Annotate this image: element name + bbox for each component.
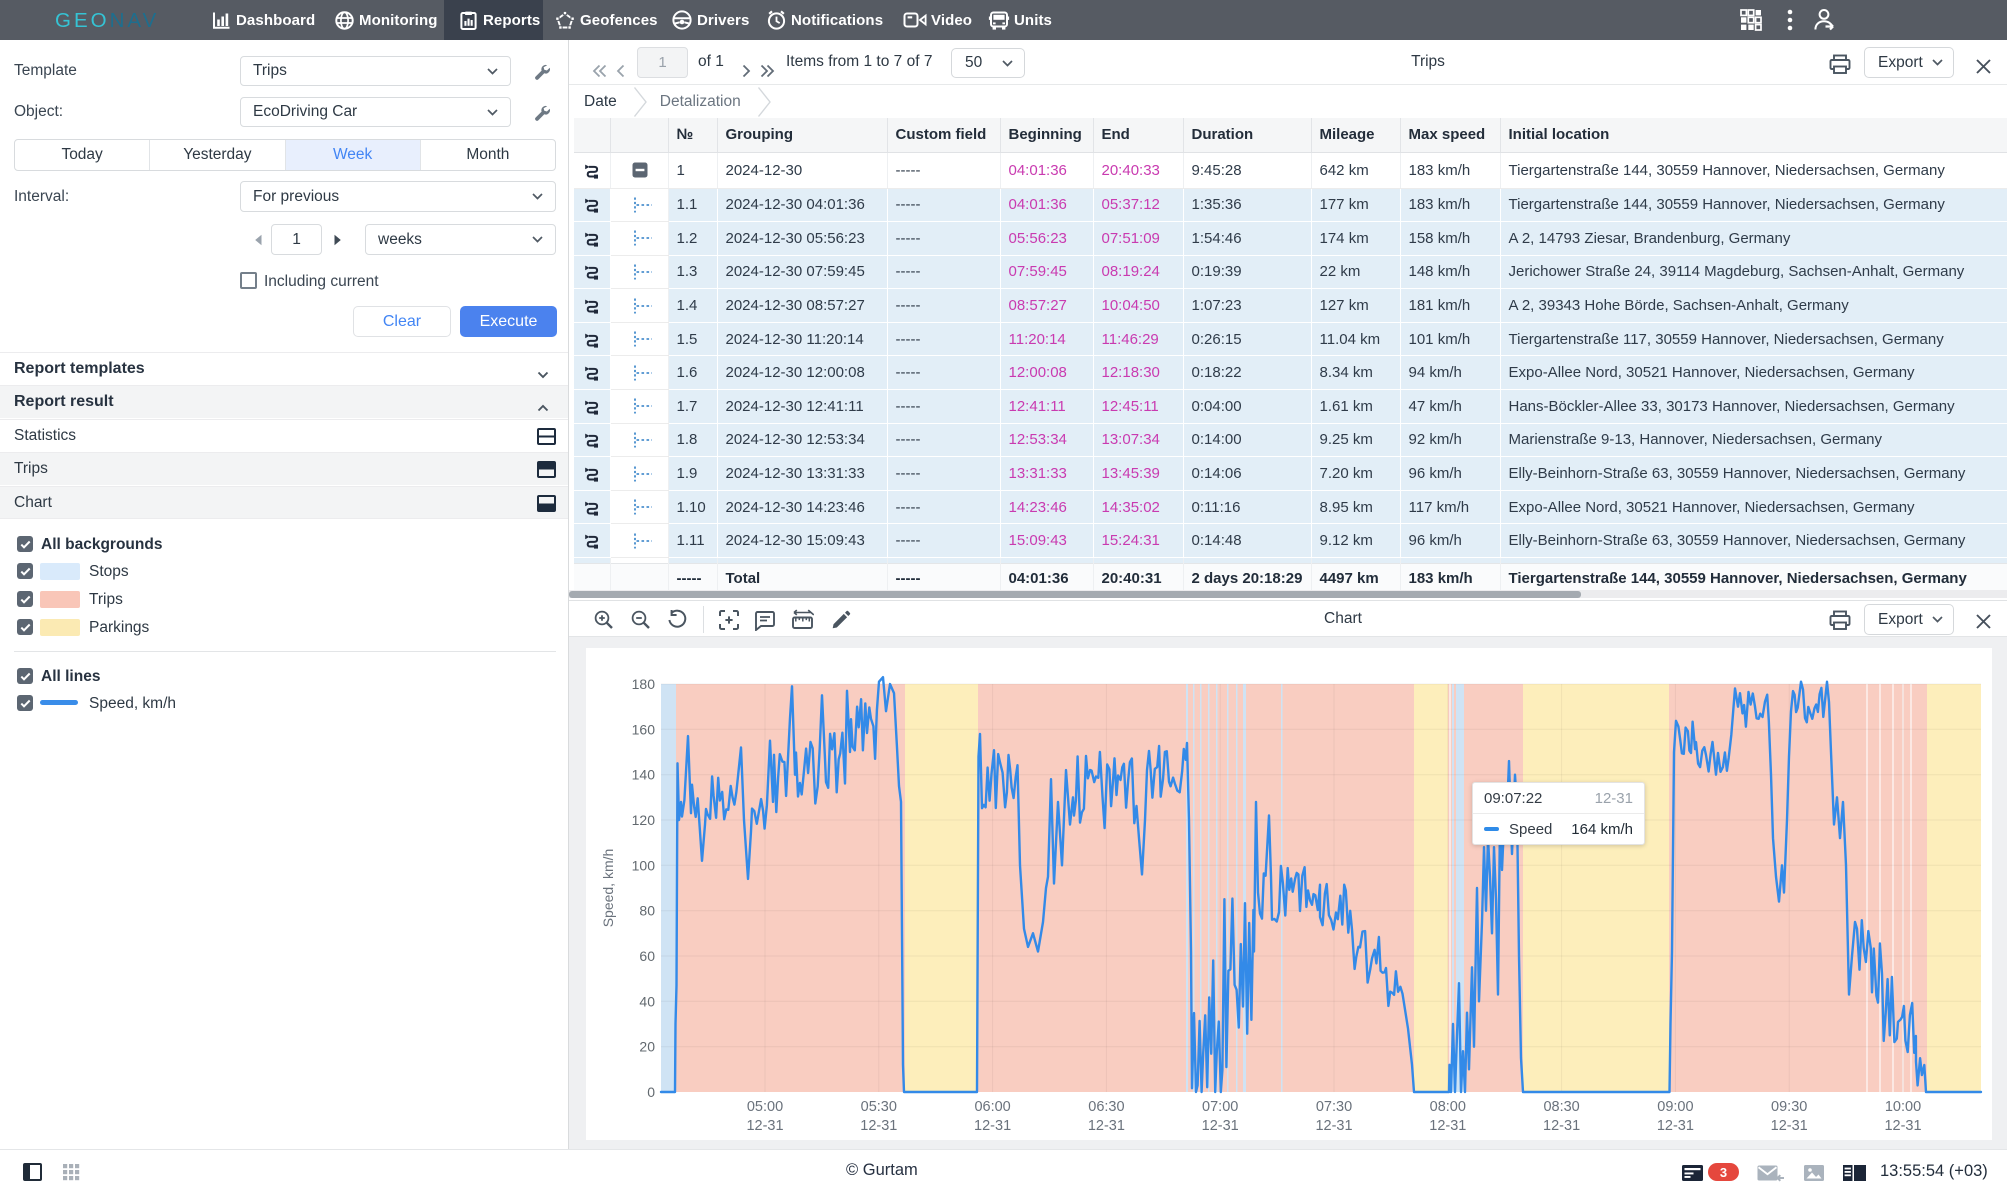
- svg-text:10:00: 10:00: [1885, 1099, 1921, 1115]
- svg-text:05:00: 05:00: [747, 1099, 783, 1115]
- svg-text:12-31: 12-31: [1884, 1118, 1921, 1134]
- svg-text:09:00: 09:00: [1657, 1099, 1693, 1115]
- svg-text:05:30: 05:30: [861, 1099, 897, 1115]
- svg-text:0: 0: [647, 1084, 655, 1100]
- svg-text:12-31: 12-31: [1202, 1118, 1239, 1134]
- svg-text:120: 120: [632, 812, 656, 828]
- svg-text:Speed, km/h: Speed, km/h: [600, 849, 616, 928]
- svg-text:12-31: 12-31: [1771, 1118, 1808, 1134]
- svg-text:06:00: 06:00: [974, 1099, 1010, 1115]
- svg-text:08:00: 08:00: [1430, 1099, 1466, 1115]
- svg-text:12-31: 12-31: [1088, 1118, 1125, 1134]
- svg-text:12-31: 12-31: [1543, 1118, 1580, 1134]
- svg-text:80: 80: [639, 903, 655, 919]
- svg-text:12-31: 12-31: [1315, 1118, 1352, 1134]
- svg-text:140: 140: [632, 767, 656, 783]
- svg-text:12-31: 12-31: [1657, 1118, 1694, 1134]
- svg-text:12-31: 12-31: [974, 1118, 1011, 1134]
- svg-text:06:30: 06:30: [1088, 1099, 1124, 1115]
- svg-text:09:30: 09:30: [1771, 1099, 1807, 1115]
- svg-text:07:30: 07:30: [1316, 1099, 1352, 1115]
- svg-text:20: 20: [639, 1039, 655, 1055]
- svg-text:40: 40: [639, 993, 655, 1009]
- svg-text:12-31: 12-31: [746, 1118, 783, 1134]
- svg-text:12-31: 12-31: [860, 1118, 897, 1134]
- svg-text:100: 100: [632, 857, 656, 873]
- svg-text:07:00: 07:00: [1202, 1099, 1238, 1115]
- svg-text:12-31: 12-31: [1429, 1118, 1466, 1134]
- svg-text:160: 160: [632, 721, 656, 737]
- svg-text:180: 180: [632, 676, 656, 692]
- svg-text:60: 60: [639, 948, 655, 964]
- svg-text:08:30: 08:30: [1543, 1099, 1579, 1115]
